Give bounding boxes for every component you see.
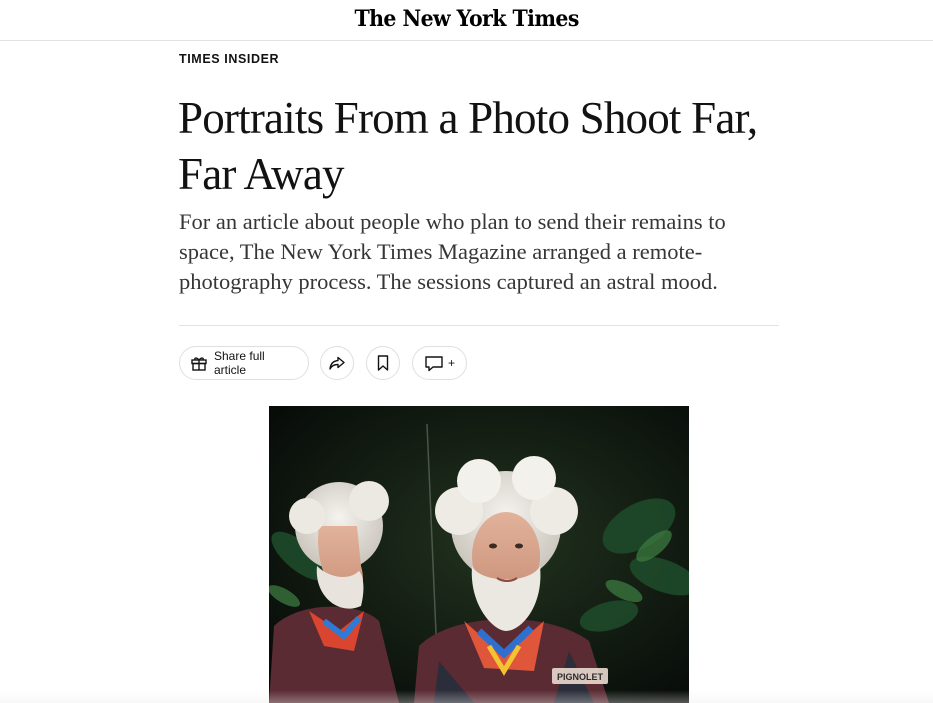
article-summary: For an article about people who plan to … [179,209,726,294]
share-full-article-label: Share full article [214,349,265,377]
comments-button[interactable]: + [412,346,467,380]
nyt-logo[interactable]: The New York Times [354,6,579,32]
comments-plus: + [447,356,455,370]
article-lead-photo[interactable]: PIGNOLET [269,406,689,703]
share-full-article-button[interactable]: Share full article [179,346,309,380]
portrait-image: PIGNOLET [269,406,689,703]
section-kicker[interactable]: TIMES INSIDER [179,52,279,66]
masthead: The New York Times [0,0,933,41]
article-headline: Portraits From a Photo Shoot Far, Far Aw… [178,93,758,199]
comment-bubble-icon [424,354,444,372]
forward-arrow-icon [328,354,346,372]
jacket-patch-text: PIGNOLET [557,672,604,682]
divider [179,325,779,326]
save-article-button[interactable] [366,346,400,380]
bookmark-icon [375,354,391,372]
share-forward-button[interactable] [320,346,354,380]
gift-icon [190,354,208,372]
